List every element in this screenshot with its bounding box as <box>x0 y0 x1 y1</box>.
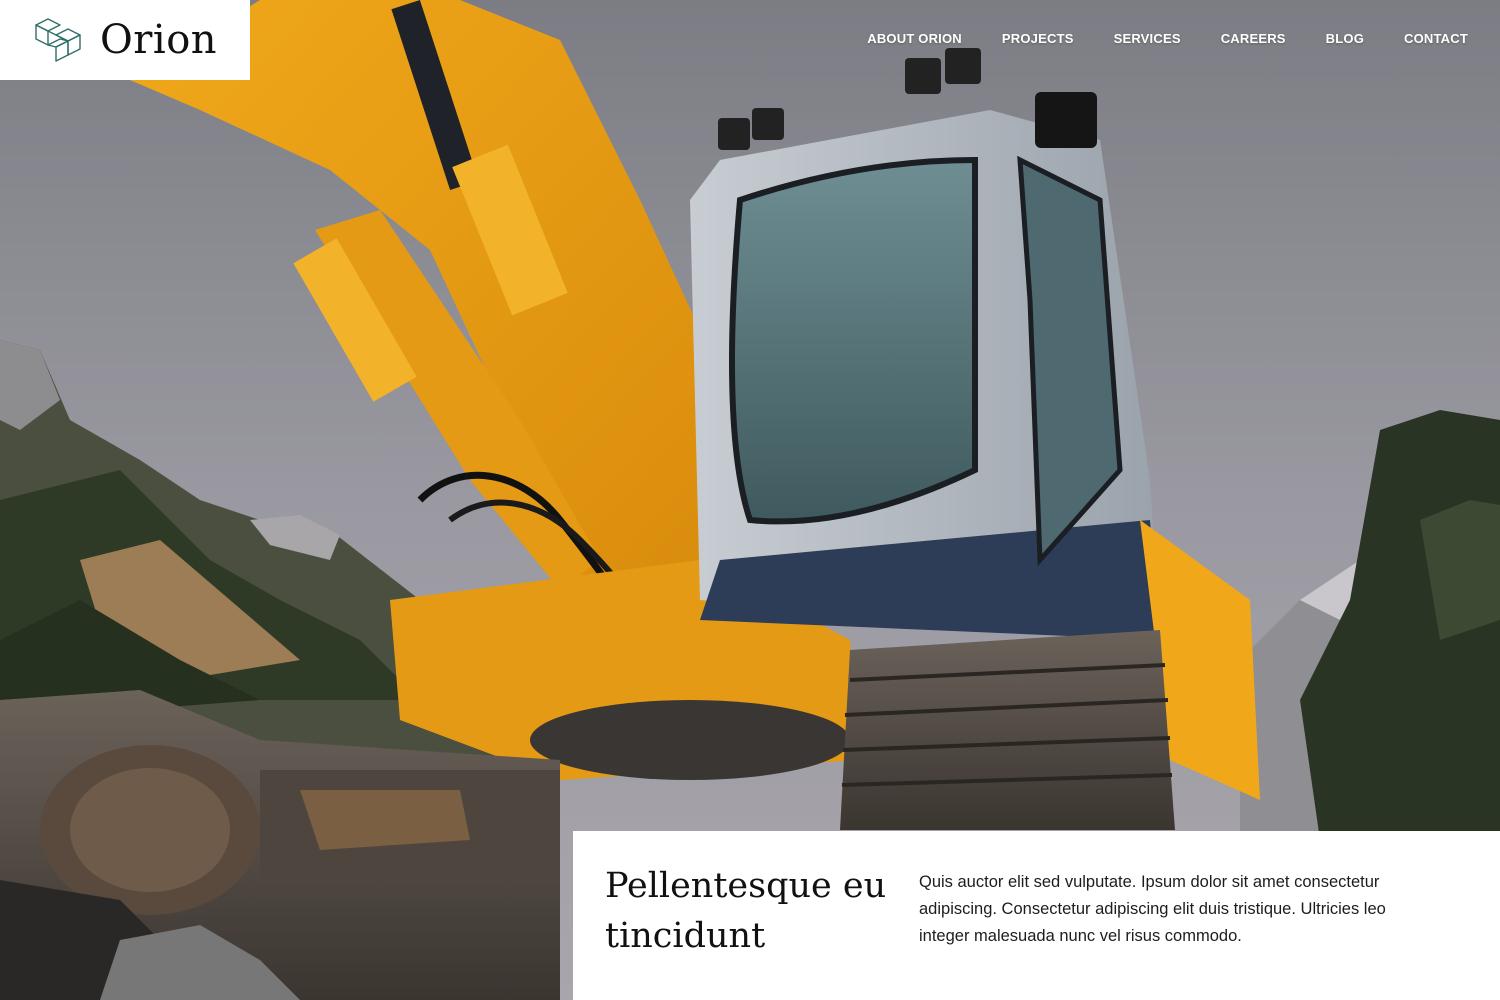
nav-item-blog[interactable]: BLOG <box>1326 31 1364 46</box>
nav-item-contact[interactable]: CONTACT <box>1404 31 1468 46</box>
feature-title-line-1: Pellentesque eu <box>605 866 887 906</box>
feature-body: Quis auctor elit sed vulputate. Ipsum do… <box>919 873 1386 945</box>
feature-card: Pellentesque eu tincidunt Quis auctor el… <box>573 831 1500 1000</box>
main-nav: ABOUT ORION PROJECTS SERVICES CAREERS BL… <box>867 31 1468 46</box>
nav-item-projects[interactable]: PROJECTS <box>1002 31 1074 46</box>
orion-geometric-logo-icon <box>35 18 81 62</box>
nav-item-careers[interactable]: CAREERS <box>1221 31 1286 46</box>
feature-title: Pellentesque eu tincidunt <box>605 861 915 1000</box>
nav-item-services[interactable]: SERVICES <box>1114 31 1181 46</box>
logo-link[interactable]: Orion <box>0 0 250 80</box>
brand-name: Orion <box>100 17 218 63</box>
feature-title-line-2: tincidunt <box>605 916 766 956</box>
nav-item-about-orion[interactable]: ABOUT ORION <box>867 31 962 46</box>
